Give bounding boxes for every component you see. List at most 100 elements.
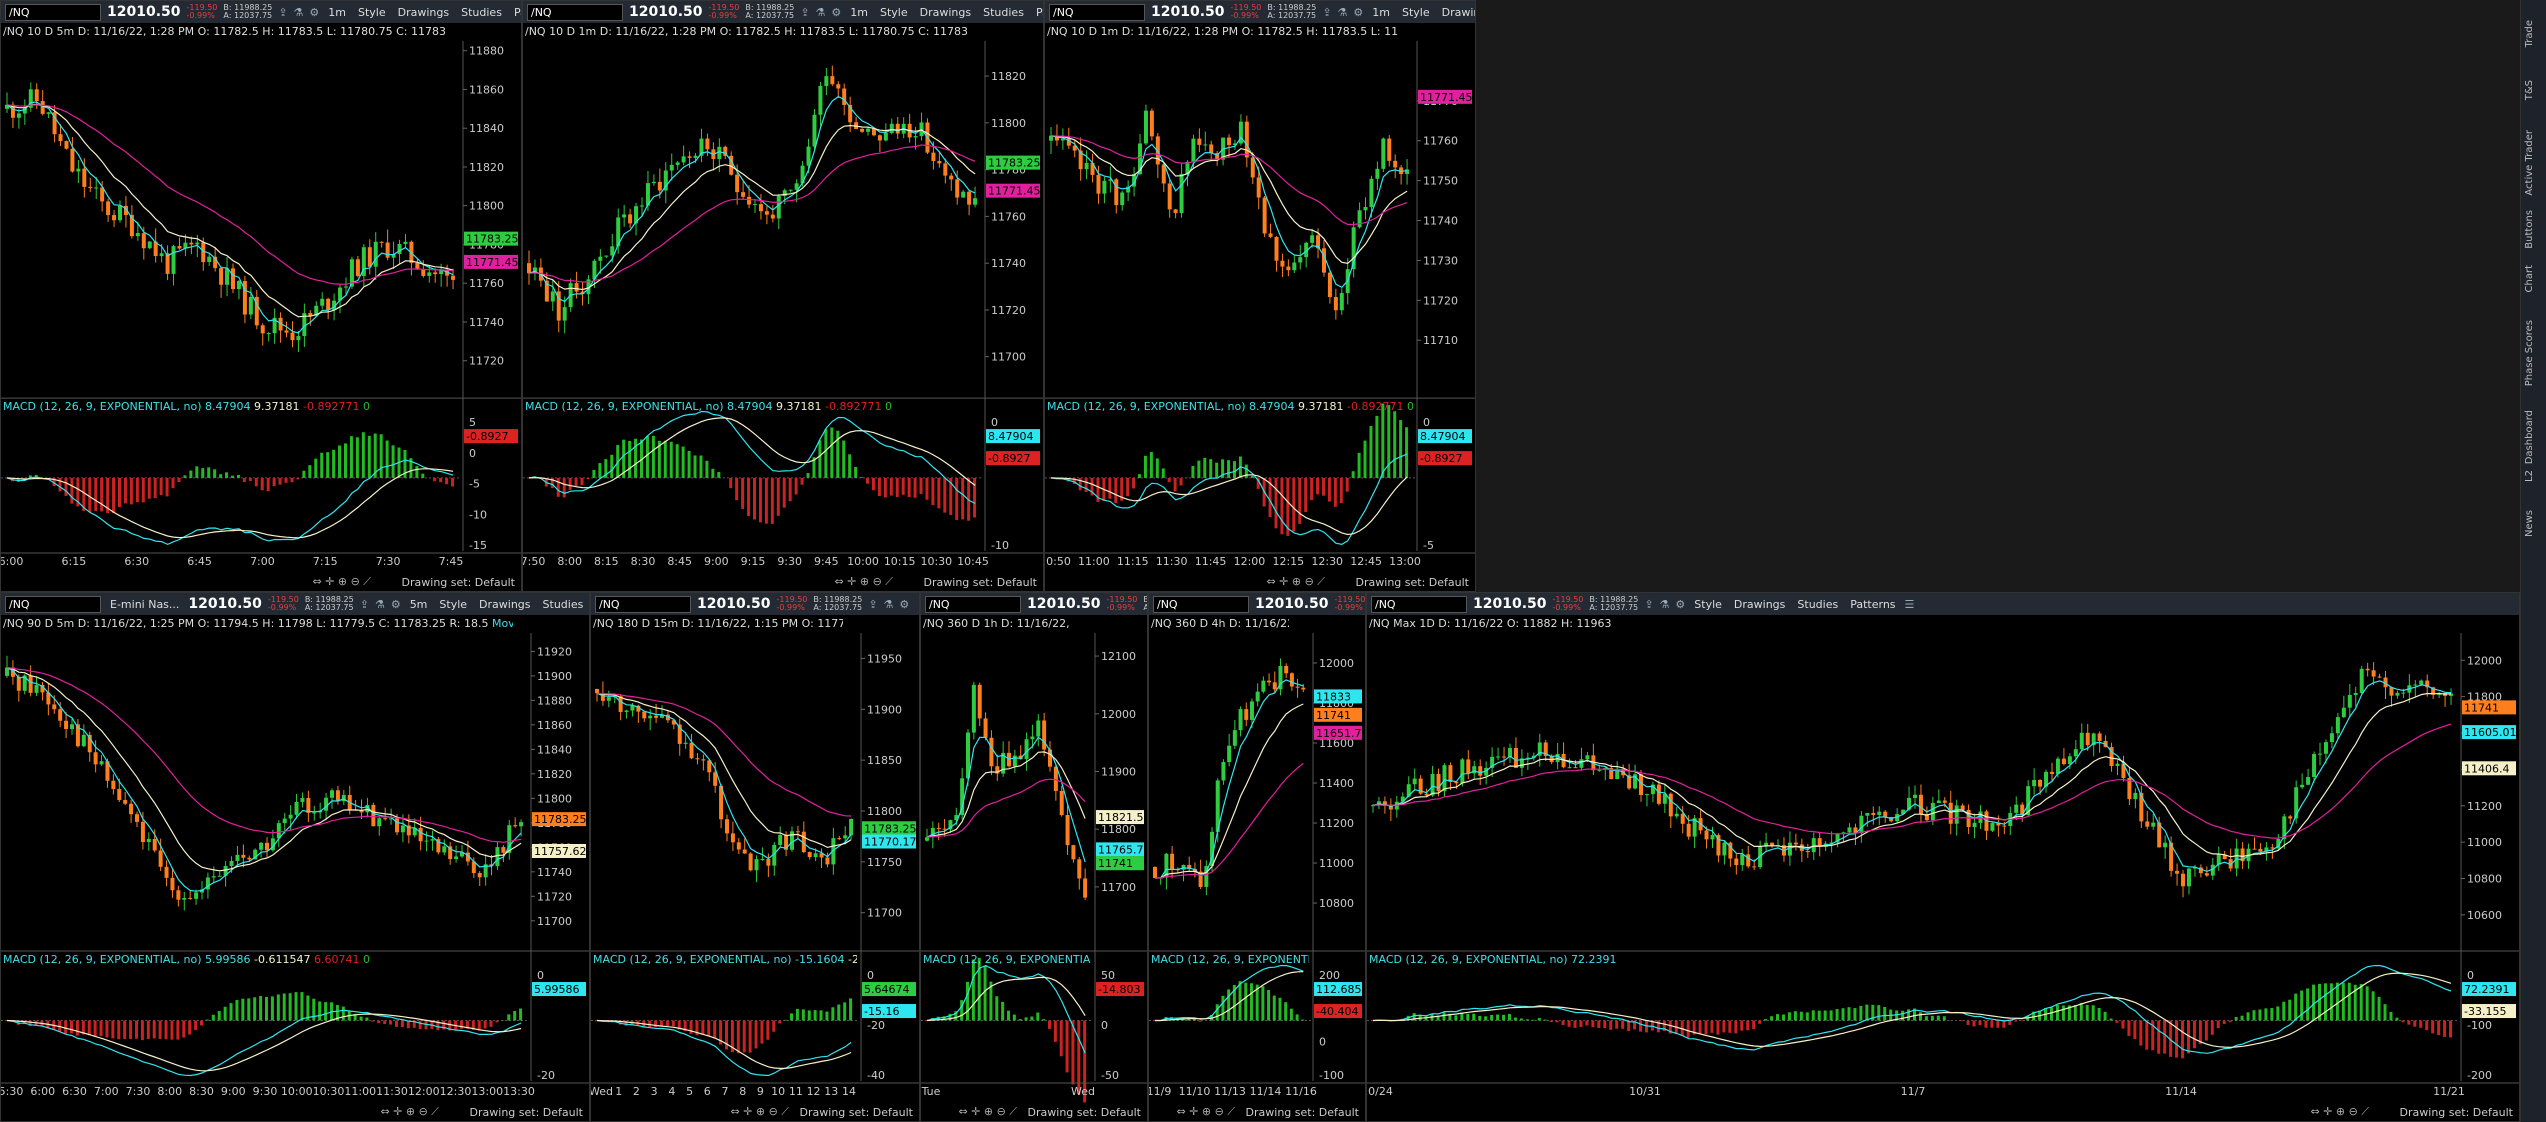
price-marker: 11741 xyxy=(1314,707,1362,722)
ema-slow-line xyxy=(1372,723,2452,839)
candle-body xyxy=(1752,866,1757,868)
zoom-controls-icon[interactable]: ⇔ ✛ ⊕ ⊖ ⟋ xyxy=(1176,1105,1235,1119)
macd-histogram-bar xyxy=(140,1020,144,1041)
chart-canvas[interactable]: 1171011720117301174011750117601177011771… xyxy=(1045,1,1476,592)
macd-histogram-bar xyxy=(586,477,590,480)
svg-text:72.2391: 72.2391 xyxy=(2464,983,2510,996)
macd-histogram-bar xyxy=(1603,1020,1607,1028)
candle-body xyxy=(2419,680,2424,685)
zoom-controls-icon[interactable]: ⇔ ✛ ⊕ ⊖ ⟋ xyxy=(380,1105,439,1119)
chart-canvas[interactable]: 1060010800110001120011400116001180012000… xyxy=(1367,593,2520,1122)
zoom-controls-icon[interactable]: ⇔ ✛ ⊕ ⊖ ⟋ xyxy=(312,575,371,589)
sidebar-tab-dashboard[interactable]: Dashboard xyxy=(2524,410,2535,464)
sidebar-tab-t-s[interactable]: T&S xyxy=(2524,80,2535,100)
macd-histogram-bar xyxy=(1454,1015,1458,1021)
ema-mid-line xyxy=(1372,692,2452,858)
sidebar-tab-trade[interactable]: Trade xyxy=(2524,20,2535,47)
macd-histogram-bar xyxy=(1278,997,1282,1021)
sidebar-tab-phase-scores[interactable]: Phase Scores xyxy=(2524,320,2535,386)
candle-body xyxy=(795,831,800,833)
zoom-controls-icon[interactable]: ⇔ ✛ ⊕ ⊖ ⟋ xyxy=(834,575,893,589)
chart-canvas[interactable]: 1080011000112001140011600118001200011833… xyxy=(1149,593,1366,1122)
macd-histogram-bar xyxy=(1345,477,1349,492)
macd-histogram-bar xyxy=(235,999,239,1021)
candle-body xyxy=(46,112,51,114)
macd-histogram-bar xyxy=(2127,1020,2131,1036)
drawing-set-label[interactable]: Drawing set: Default xyxy=(470,1106,583,1119)
y-tick-label: 11840 xyxy=(469,122,504,135)
candle-body xyxy=(147,241,152,249)
zoom-controls-icon[interactable]: ⇔ ✛ ⊕ ⊖ ⟋ xyxy=(2310,1105,2369,1119)
macd-histogram-bar xyxy=(1295,1014,1299,1021)
candle-body xyxy=(344,286,348,288)
candle-body xyxy=(1585,755,1590,760)
sidebar-tab-buttons[interactable]: Buttons xyxy=(2524,210,2535,249)
macd-histogram-bar xyxy=(1853,1008,1857,1021)
chart-canvas[interactable]: 11700117501180011850119001195011783.2511… xyxy=(591,593,920,1122)
candle-body xyxy=(936,827,941,829)
drawing-set-label[interactable]: Drawing set: Default xyxy=(924,576,1037,589)
candle-body xyxy=(790,831,794,850)
svg-text:11771.45: 11771.45 xyxy=(466,256,519,269)
macd-histogram-bar xyxy=(400,1020,404,1028)
candle-body xyxy=(807,852,812,858)
sidebar-tab-l-[interactable]: L2 xyxy=(2524,470,2535,482)
candle-body xyxy=(58,134,63,142)
x-tick-label: 11:45 xyxy=(1195,555,1227,568)
macd-histogram-bar xyxy=(1053,1020,1057,1042)
macd-histogram-bar xyxy=(1024,1017,1028,1021)
zoom-controls-icon[interactable]: ⇔ ✛ ⊕ ⊖ ⟋ xyxy=(730,1105,789,1119)
sidebar-tab-active-trader[interactable]: Active Trader xyxy=(2524,130,2535,196)
macd-histogram-bar xyxy=(270,996,274,1021)
candle-body xyxy=(2300,784,2305,788)
macd-histogram-bar xyxy=(64,1020,68,1034)
macd-histogram-bar xyxy=(1811,1010,1815,1021)
macd-histogram-bar xyxy=(1126,477,1130,497)
macd-histogram-bar xyxy=(421,473,425,478)
y-tick-label: 11760 xyxy=(991,210,1026,223)
candle-body xyxy=(260,325,265,334)
macd-histogram-bar xyxy=(332,449,336,478)
x-tick-label: 7:30 xyxy=(376,555,401,568)
macd-histogram-bar xyxy=(1203,457,1207,478)
macd-label: MACD (12, 26, 9, EXPONENTIAL, no) 72.239… xyxy=(1369,953,2457,966)
drawing-set-label[interactable]: Drawing set: Default xyxy=(2400,1106,2513,1119)
macd-histogram-bar xyxy=(824,429,828,478)
drawing-set-label[interactable]: Drawing set: Default xyxy=(1246,1106,1359,1119)
macd-histogram-bar xyxy=(165,477,169,497)
macd-value: -0.892771 xyxy=(299,400,360,414)
candle-body xyxy=(527,263,531,274)
candle-body xyxy=(705,138,710,150)
macd-histogram-bar xyxy=(831,1007,835,1021)
svg-text:11771.45: 11771.45 xyxy=(988,185,1041,198)
macd-histogram-bar xyxy=(254,477,258,487)
x-tick-label: 9:00 xyxy=(221,1085,246,1098)
sidebar-tab-news[interactable]: News xyxy=(2524,510,2535,537)
drawing-set-label[interactable]: Drawing set: Default xyxy=(1356,576,1469,589)
macd-histogram-bar xyxy=(806,473,810,478)
candle-body xyxy=(379,241,384,243)
zoom-controls-icon[interactable]: ⇔ ✛ ⊕ ⊖ ⟋ xyxy=(1266,575,1325,589)
candle-body xyxy=(1197,138,1202,145)
x-tick-label: 10/24 xyxy=(1367,1085,1393,1098)
chart-canvas[interactable]: 1170011720117401176011780118001182011840… xyxy=(1,593,590,1122)
macd-histogram-bar xyxy=(217,1011,221,1021)
macd-histogram-bar xyxy=(699,455,703,478)
drawing-set-label[interactable]: Drawing set: Default xyxy=(800,1106,913,1119)
macd-histogram-bar xyxy=(2115,1020,2119,1023)
zoom-controls-icon[interactable]: ⇔ ✛ ⊕ ⊖ ⟋ xyxy=(958,1105,1017,1119)
chart-canvas[interactable]: 1172011740117601178011800118201184011860… xyxy=(1,1,522,592)
macd-histogram-bar xyxy=(1221,995,1225,1021)
chart-canvas[interactable]: 1170011720117401176011780118001182011783… xyxy=(523,1,1044,592)
sidebar-tab-chart[interactable]: Chart xyxy=(2524,265,2535,292)
price-marker: 11406.4 xyxy=(2462,761,2516,776)
macd-histogram-bar xyxy=(93,1020,97,1037)
chart-canvas[interactable]: 11700 11800 11900 12000 12100 11821.54 11765.7… xyxy=(921,593,1148,1122)
macd-histogram-bar xyxy=(2258,1009,2262,1021)
drawing-set-label[interactable]: Drawing set: Default xyxy=(402,576,515,589)
y-tick-label: 12000 xyxy=(2467,654,2502,667)
macd-histogram-bar xyxy=(200,1020,203,1026)
macd-histogram-bar xyxy=(1513,1017,1517,1021)
drawing-set-label[interactable]: Drawing set: Default xyxy=(1028,1106,1141,1119)
x-tick-label: 10:30 xyxy=(920,555,952,568)
